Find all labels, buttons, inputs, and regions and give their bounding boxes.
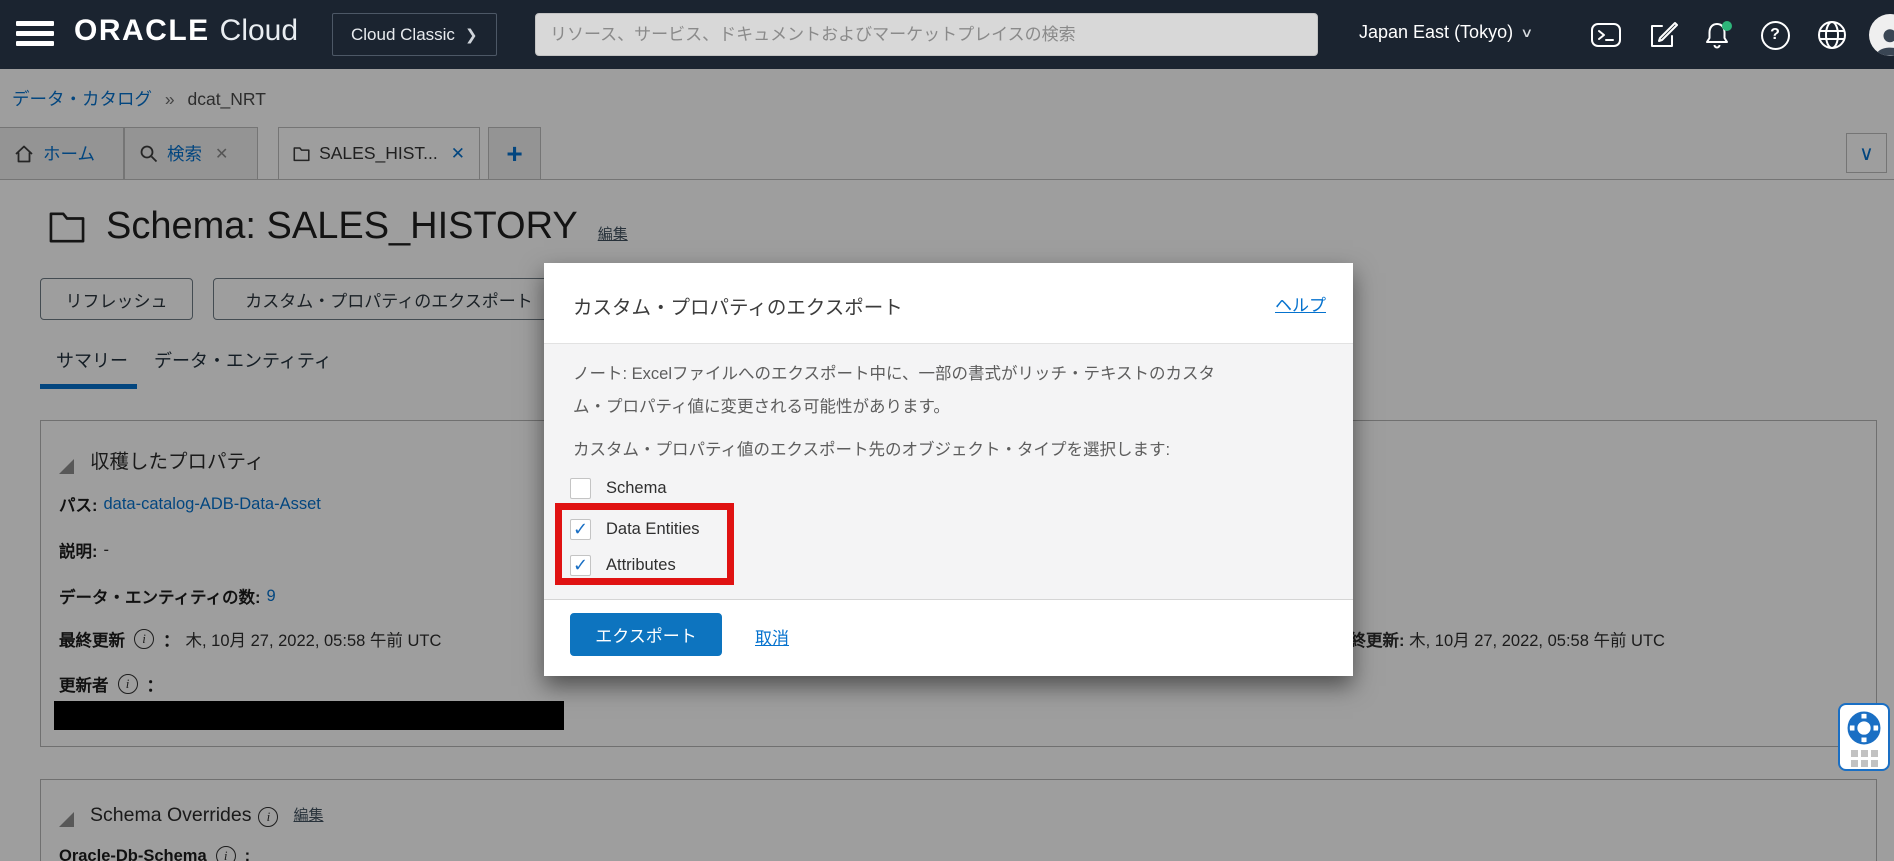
- dialog-body: ノート: Excelファイルへのエクスポート中に、一部の書式がリッチ・テキストの…: [544, 343, 1353, 600]
- chevron-down-icon: ∨: [1520, 25, 1533, 41]
- region-label: Japan East (Tokyo): [1359, 22, 1513, 43]
- attributes-checkbox-label: Attributes: [606, 556, 676, 575]
- attributes-checkbox[interactable]: ✓: [570, 555, 591, 576]
- notifications-bell-icon[interactable]: [1700, 17, 1736, 53]
- brand-cloud: Cloud: [220, 14, 298, 47]
- cloud-shell-icon[interactable]: [1588, 17, 1624, 53]
- checkbox-row-data-entities: ✓ Data Entities: [570, 519, 700, 540]
- schema-checkbox[interactable]: [570, 478, 591, 499]
- checkbox-row-schema: Schema: [570, 478, 667, 499]
- user-avatar[interactable]: [1869, 14, 1894, 56]
- hamburger-menu-icon[interactable]: [16, 21, 54, 48]
- oracle-cloud-logo[interactable]: ORACLE Cloud: [74, 14, 298, 48]
- dialog-title: カスタム・プロパティのエクスポート: [573, 291, 903, 320]
- export-custom-properties-dialog: カスタム・プロパティのエクスポート ヘルプ ノート: Excelファイルへのエク…: [544, 263, 1353, 676]
- brand-oracle: ORACLE: [74, 14, 210, 47]
- floating-help-widget[interactable]: [1838, 703, 1890, 771]
- cloud-classic-button[interactable]: Cloud Classic ❯: [332, 13, 497, 56]
- schema-checkbox-label: Schema: [606, 479, 667, 498]
- oracle-cloud-console: ORACLE Cloud Cloud Classic ❯ Japan East (…: [0, 0, 1894, 861]
- drag-handle-dots-icon[interactable]: [1851, 750, 1878, 767]
- dialog-help-link[interactable]: ヘルプ: [1275, 291, 1326, 316]
- checkbox-row-attributes: ✓ Attributes: [570, 555, 676, 576]
- region-selector[interactable]: Japan East (Tokyo) ∨: [1359, 22, 1532, 43]
- notification-badge: [1722, 21, 1732, 31]
- dialog-header: カスタム・プロパティのエクスポート ヘルプ: [544, 263, 1353, 343]
- edit-announcements-icon[interactable]: [1645, 17, 1681, 53]
- dialog-note: ノート: Excelファイルへのエクスポート中に、一部の書式がリッチ・テキストの…: [573, 358, 1233, 424]
- data-entities-checkbox[interactable]: ✓: [570, 519, 591, 540]
- dialog-footer: エクスポート 取消: [544, 600, 1353, 676]
- chevron-right-icon: ❯: [465, 26, 478, 44]
- globe-language-icon[interactable]: [1814, 17, 1850, 53]
- life-ring-icon: [1845, 709, 1883, 747]
- data-entities-checkbox-label: Data Entities: [606, 520, 700, 539]
- help-icon[interactable]: ?: [1757, 17, 1793, 53]
- cloud-classic-label: Cloud Classic: [351, 25, 455, 45]
- top-navbar: ORACLE Cloud Cloud Classic ❯ Japan East (…: [0, 0, 1894, 69]
- export-submit-button[interactable]: エクスポート: [570, 613, 722, 656]
- global-search-input[interactable]: [535, 13, 1318, 56]
- cancel-link[interactable]: 取消: [755, 624, 789, 649]
- dialog-prompt: カスタム・プロパティ値のエクスポート先のオブジェクト・タイプを選択します:: [573, 436, 1273, 460]
